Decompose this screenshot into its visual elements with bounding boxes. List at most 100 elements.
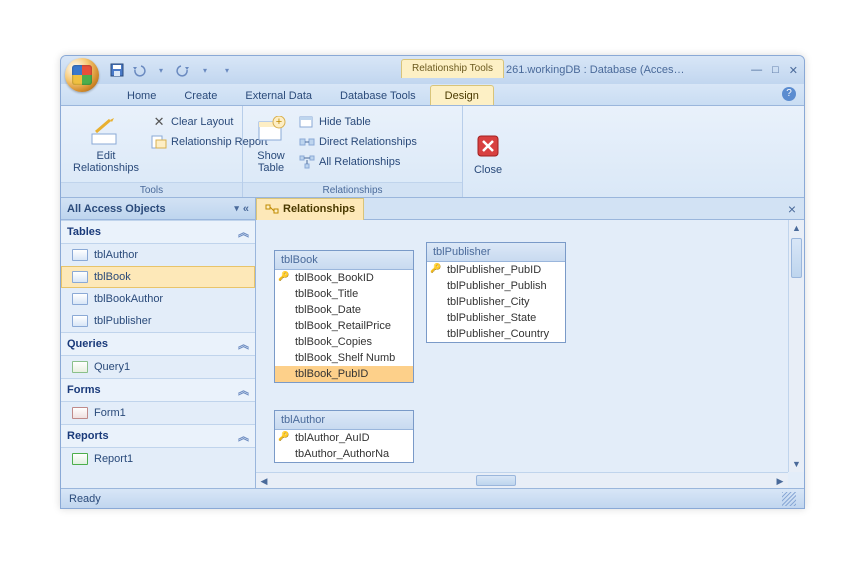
nav-dropdown-icon[interactable]: ▾ bbox=[234, 203, 239, 215]
field-row[interactable]: tblPublisher_Publish bbox=[427, 278, 565, 294]
table-icon bbox=[72, 271, 88, 283]
chevron-up-icon: ︽ bbox=[238, 382, 249, 398]
nav-item-label: Query1 bbox=[94, 361, 130, 373]
document-title: 261.workingDB : Database (Acces… bbox=[506, 64, 685, 76]
nav-item-report1[interactable]: Report1 bbox=[61, 448, 255, 470]
table-box-title[interactable]: tblPublisher bbox=[427, 243, 565, 262]
qat-custom-icon[interactable]: ▾ bbox=[219, 62, 235, 78]
navgroup-forms[interactable]: Forms︽ bbox=[61, 378, 255, 402]
field-row[interactable]: tblBook_Title bbox=[275, 286, 413, 302]
table-icon bbox=[72, 249, 88, 261]
show-table-button[interactable]: + Show Table bbox=[247, 108, 295, 182]
all-relationships-button[interactable]: All Relationships bbox=[295, 152, 421, 172]
undo-icon[interactable] bbox=[131, 62, 147, 78]
titlebar: ▾ ▾ ▾ Relationship Tools 261.workingDB :… bbox=[61, 56, 804, 84]
close-window-button[interactable]: ✕ bbox=[789, 64, 798, 77]
nav-header[interactable]: All Access Objects ▾ « bbox=[61, 198, 255, 220]
ribbon: Edit Relationships ✕Clear Layout Relatio… bbox=[61, 106, 804, 198]
nav-item-label: tblAuthor bbox=[94, 249, 138, 261]
chevron-up-icon: ︽ bbox=[238, 224, 249, 240]
field-row[interactable]: tblPublisher_City bbox=[427, 294, 565, 310]
scroll-right-icon[interactable]: ▶ bbox=[772, 473, 788, 488]
clear-layout-icon: ✕ bbox=[151, 114, 167, 130]
nav-item-tblbookauthor[interactable]: tblBookAuthor bbox=[61, 288, 255, 310]
table-icon bbox=[72, 361, 88, 373]
hide-table-icon bbox=[299, 114, 315, 130]
nav-item-tblbook[interactable]: tblBook bbox=[61, 266, 255, 288]
table-box-tblauthor[interactable]: tblAuthor tblAuthor_AuIDtbAuthor_AuthorN… bbox=[274, 410, 414, 463]
save-icon[interactable] bbox=[109, 62, 125, 78]
svg-text:+: + bbox=[276, 116, 282, 128]
close-label: Close bbox=[474, 164, 502, 176]
close-tab-button[interactable]: × bbox=[784, 201, 800, 217]
field-row[interactable]: tblPublisher_Country bbox=[427, 326, 565, 342]
nav-collapse-icon[interactable]: « bbox=[243, 203, 249, 215]
table-box-title[interactable]: tblBook bbox=[275, 251, 413, 270]
undo-dropdown-icon[interactable]: ▾ bbox=[153, 62, 169, 78]
nav-item-tblauthor[interactable]: tblAuthor bbox=[61, 244, 255, 266]
navigation-pane: All Access Objects ▾ « Tables︽ tblAuthor t… bbox=[61, 198, 256, 488]
chevron-up-icon: ︽ bbox=[238, 428, 249, 444]
tab-design[interactable]: Design bbox=[430, 85, 494, 105]
help-icon[interactable]: ? bbox=[782, 87, 796, 101]
direct-relationships-label: Direct Relationships bbox=[319, 136, 417, 148]
vertical-scrollbar[interactable]: ▲ ▼ bbox=[788, 220, 804, 472]
hide-table-label: Hide Table bbox=[319, 116, 371, 128]
navgroup-reports[interactable]: Reports ︽ bbox=[61, 424, 255, 448]
nav-item-label: tblBookAuthor bbox=[94, 293, 163, 305]
scroll-thumb[interactable] bbox=[476, 475, 516, 486]
app-window: ▾ ▾ ▾ Relationship Tools 261.workingDB :… bbox=[60, 55, 805, 509]
tab-home[interactable]: Home bbox=[113, 86, 170, 105]
table-box-tblpublisher[interactable]: tblPublisher tblPublisher_PubIDtblPublis… bbox=[426, 242, 566, 343]
relationships-tab-icon bbox=[265, 202, 279, 216]
redo-icon[interactable] bbox=[175, 62, 191, 78]
table-box-tblbook[interactable]: tblBook tblBook_BookIDtblBook_TitletblBo… bbox=[274, 250, 414, 383]
resize-grip-icon[interactable] bbox=[782, 492, 796, 506]
table-icon bbox=[72, 407, 88, 419]
scroll-left-icon[interactable]: ◀ bbox=[256, 473, 272, 488]
nav-item-label: Report1 bbox=[94, 453, 133, 465]
edit-relationships-button[interactable]: Edit Relationships bbox=[65, 108, 147, 182]
tab-external-data[interactable]: External Data bbox=[231, 86, 326, 105]
ribbon-tabs: Home Create External Data Database Tools… bbox=[61, 84, 804, 106]
nav-item-label: tblBook bbox=[94, 271, 131, 283]
tab-create[interactable]: Create bbox=[170, 86, 231, 105]
scroll-down-icon[interactable]: ▼ bbox=[789, 456, 804, 472]
nav-item-query1[interactable]: Query1 bbox=[61, 356, 255, 378]
field-row[interactable]: tblBook_Date bbox=[275, 302, 413, 318]
all-relationships-icon bbox=[299, 154, 315, 170]
field-row[interactable]: tbAuthor_AuthorNa bbox=[275, 446, 413, 462]
status-text: Ready bbox=[69, 493, 101, 505]
horizontal-scrollbar[interactable]: ◀ ▶ bbox=[256, 472, 788, 488]
contextual-tab-label: Relationship Tools bbox=[401, 59, 504, 78]
navgroup-tables[interactable]: Tables︽ bbox=[61, 220, 255, 244]
redo-dropdown-icon[interactable]: ▾ bbox=[197, 62, 213, 78]
field-row[interactable]: tblBook_RetailPrice bbox=[275, 318, 413, 334]
table-box-title[interactable]: tblAuthor bbox=[275, 411, 413, 430]
relationships-tab[interactable]: Relationships bbox=[256, 198, 364, 220]
tab-database-tools[interactable]: Database Tools bbox=[326, 86, 430, 105]
minimize-button[interactable]: — bbox=[751, 64, 762, 77]
office-button[interactable] bbox=[65, 58, 99, 92]
hide-table-button[interactable]: Hide Table bbox=[295, 112, 421, 132]
direct-relationships-button[interactable]: Direct Relationships bbox=[295, 132, 421, 152]
field-row[interactable]: tblBook_Shelf Numb bbox=[275, 350, 413, 366]
nav-item-form1[interactable]: Form1 bbox=[61, 402, 255, 424]
field-row[interactable]: tblBook_BookID bbox=[275, 270, 413, 286]
restore-button[interactable]: □ bbox=[772, 64, 779, 77]
navgroup-reports-label: Reports bbox=[67, 430, 109, 442]
nav-title: All Access Objects bbox=[67, 203, 166, 215]
field-row[interactable]: tblPublisher_State bbox=[427, 310, 565, 326]
main-area: Relationships × tblBook tblBook_BookIDtb… bbox=[256, 198, 804, 488]
nav-item-tblpublisher[interactable]: tblPublisher bbox=[61, 310, 255, 332]
field-row[interactable]: tblBook_Copies bbox=[275, 334, 413, 350]
scroll-thumb[interactable] bbox=[791, 238, 802, 278]
table-icon bbox=[72, 315, 88, 327]
close-button[interactable]: Close bbox=[467, 108, 509, 197]
field-row[interactable]: tblBook_PubID bbox=[275, 366, 413, 382]
scroll-up-icon[interactable]: ▲ bbox=[789, 220, 804, 236]
relationships-canvas[interactable]: tblBook tblBook_BookIDtblBook_TitletblBo… bbox=[256, 220, 804, 488]
field-row[interactable]: tblAuthor_AuID bbox=[275, 430, 413, 446]
navgroup-queries[interactable]: Queries︽ bbox=[61, 332, 255, 356]
field-row[interactable]: tblPublisher_PubID bbox=[427, 262, 565, 278]
